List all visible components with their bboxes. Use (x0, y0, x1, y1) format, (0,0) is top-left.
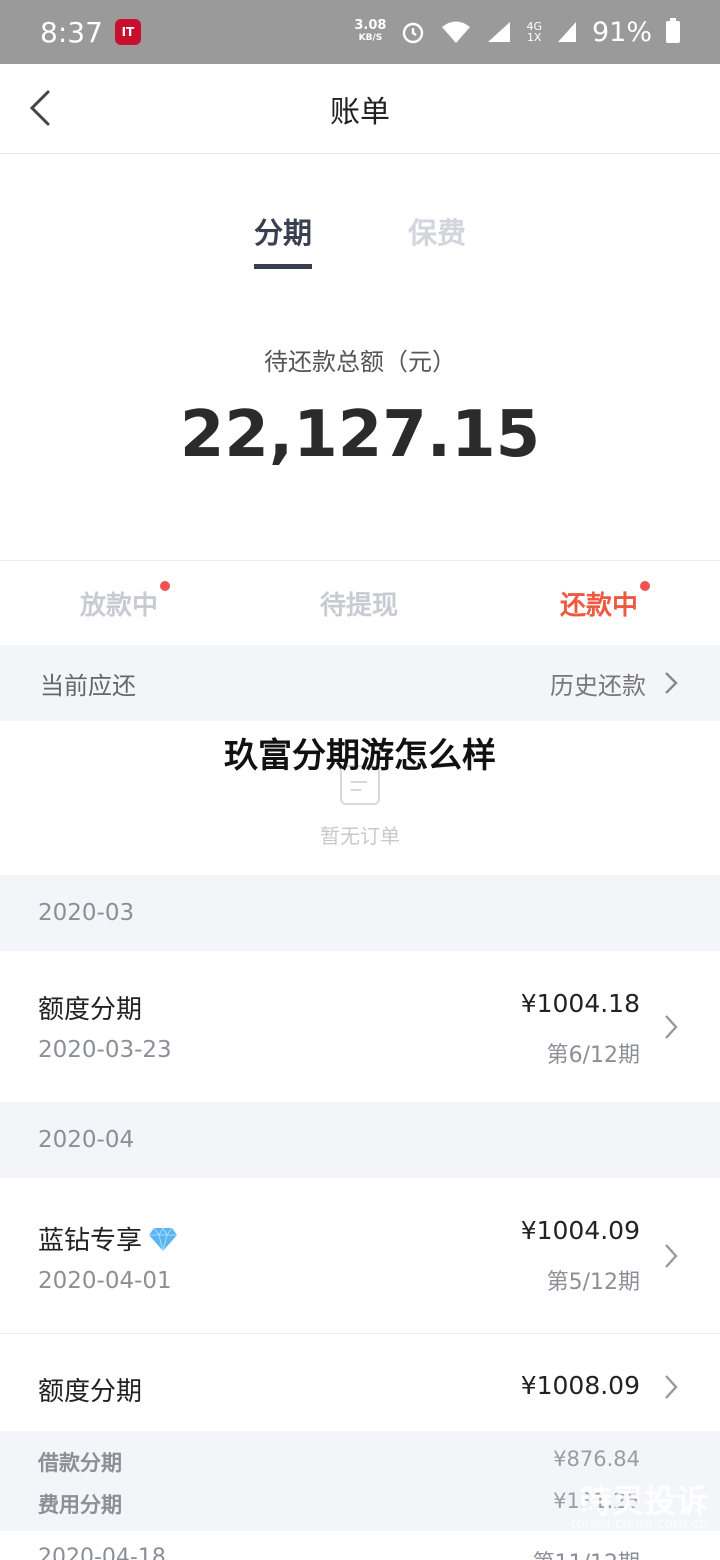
tab-active-indicator (254, 264, 312, 269)
network-type: 4G 1X (526, 21, 542, 43)
month-header: 2020-03 (0, 875, 720, 951)
notification-dot (160, 581, 171, 591)
total-due-amount: 22,127.15 (179, 398, 541, 472)
bill-item[interactable]: 额度分期 2020-03-23 ¥1004.18 第6/12期 (0, 951, 720, 1102)
loan-status-tabs: 放款中 待提现 还款中 (0, 561, 720, 645)
diamond-icon (149, 1226, 178, 1251)
history-repayment-label: 历史还款 (550, 671, 646, 700)
status-tab-pending-withdraw-label: 待提现 (320, 591, 399, 621)
status-tab-repaying-label: 还款中 (560, 591, 639, 621)
status-tab-repaying[interactable]: 还款中 (560, 581, 651, 622)
breakdown-row: 借款分期 ¥876.84 (38, 1447, 640, 1477)
watermark-url: tousu.china.com.cn (571, 1516, 708, 1532)
breakdown-value: ¥876.84 (553, 1447, 640, 1471)
tab-installment[interactable]: 分期 (254, 210, 312, 269)
history-repayment-link[interactable]: 历史还款 (550, 666, 680, 701)
tab-installment-label: 分期 (254, 216, 313, 250)
status-indicators: 3.08 KB/S 4G 1X 91% (354, 17, 680, 48)
status-tab-lending-label: 放款中 (80, 591, 159, 621)
network-type-sub: 1X (526, 31, 542, 44)
bill-date: 2020-03-23 (38, 1037, 172, 1063)
bill-name-row: 蓝钻专享 (38, 1220, 178, 1257)
notification-dot (640, 581, 651, 591)
alarm-icon (403, 22, 424, 44)
status-tab-lending[interactable]: 放款中 (80, 581, 171, 622)
nav-bar: 账单 (0, 64, 720, 154)
bill-date: 2020-04-18 (38, 1545, 166, 1560)
status-time: 8:37 (40, 15, 103, 49)
app-notification-icon: IT (114, 19, 141, 45)
signal-icon-secondary (557, 22, 576, 42)
wifi-icon (442, 21, 471, 43)
status-bar: 8:37 IT 3.08 KB/S 4G 1X 91% (0, 0, 720, 64)
battery-icon (666, 18, 680, 43)
tab-insurance-label: 保费 (408, 216, 467, 250)
overlay-title: 玖富分期游怎么样 (224, 736, 496, 776)
breakdown-label: 费用分期 (38, 1493, 122, 1517)
back-arrow-icon[interactable] (22, 88, 62, 128)
total-due-label: 待还款总额（元） (264, 348, 456, 376)
network-speed: 3.08 KB/S (354, 19, 386, 45)
bill-amount: ¥1008.09 (520, 1371, 640, 1400)
bill-name: 额度分期 (38, 995, 143, 1025)
breakdown-row: 费用分期 ¥131.25 (38, 1489, 640, 1519)
bill-amount: ¥1004.18 (520, 989, 640, 1018)
bill-item[interactable]: 额度分期 ¥1008.09 (0, 1335, 720, 1431)
tab-insurance[interactable]: 保费 (408, 210, 466, 252)
bill-type-tabs: 分期 保费 (0, 210, 720, 270)
empty-state-text: 暂无订单 (320, 824, 400, 848)
month-header: 2020-04 (0, 1102, 720, 1178)
current-due-header: 当前应还 历史还款 (0, 645, 720, 721)
bill-date: 2020-04-01 (38, 1268, 172, 1294)
chevron-right-icon (665, 672, 678, 694)
signal-icon (488, 22, 511, 42)
bill-name: 额度分期 (38, 1377, 143, 1407)
bill-period: 第5/12期 (546, 1270, 640, 1295)
chevron-right-icon (665, 1375, 678, 1399)
current-due-label: 当前应还 (40, 671, 136, 700)
bill-period: 第6/12期 (546, 1043, 640, 1068)
chevron-right-icon (665, 1015, 678, 1039)
bill-item[interactable]: 蓝钻专享 2020-04-01 ¥1004.09 第5/12期 (0, 1178, 720, 1334)
status-tab-pending-withdraw[interactable]: 待提现 (320, 585, 398, 622)
chevron-right-icon (665, 1244, 678, 1268)
network-speed-unit: KB/S (358, 33, 383, 43)
page-title: 账单 (330, 94, 390, 130)
bill-amount: ¥1004.09 (520, 1216, 640, 1245)
battery-percent: 91% (591, 16, 652, 48)
bill-item-partial[interactable]: 2020-04-18 第11/12期 (0, 1531, 720, 1560)
bill-period: 第11/12期 (533, 1545, 640, 1560)
bill-name: 蓝钻专享 (38, 1226, 143, 1256)
breakdown-label: 借款分期 (38, 1451, 122, 1475)
network-speed-value: 3.08 (354, 18, 387, 33)
